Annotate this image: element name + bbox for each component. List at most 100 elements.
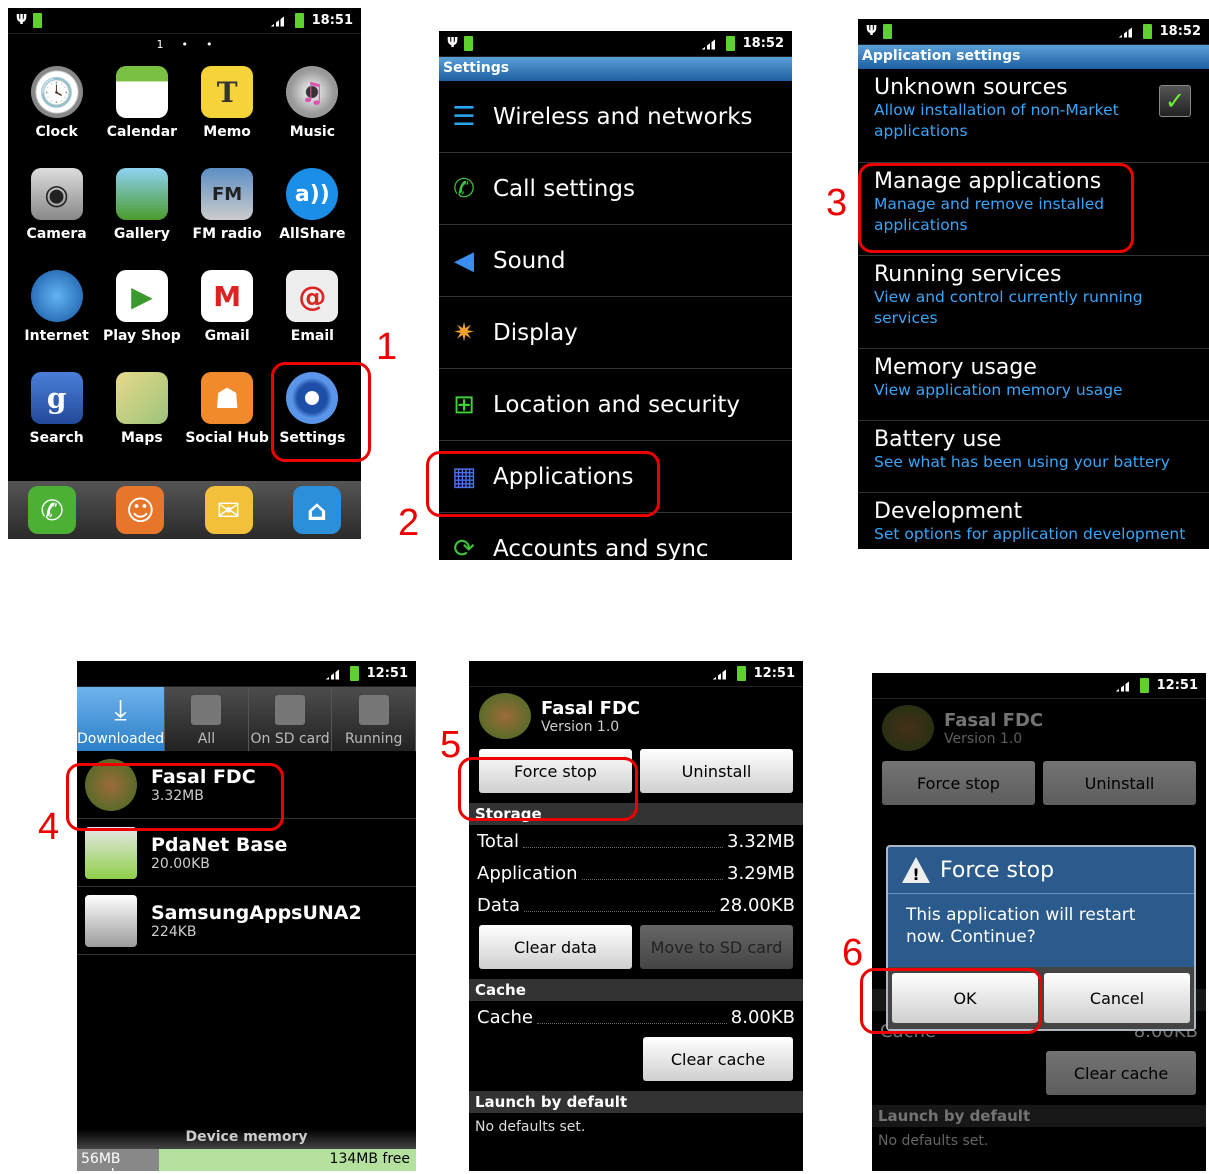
clock-time: 18:52 <box>742 36 784 51</box>
usb-icon: Ψ <box>16 13 28 28</box>
cache-size: Cache 8.00KB <box>477 1006 795 1028</box>
play-store-icon: ▶ <box>115 270 168 322</box>
tab-downloaded[interactable]: ⤓ Downloaded <box>77 687 166 751</box>
sd-card-icon <box>275 695 306 725</box>
setting-battery-use[interactable]: Battery use See what has been using your … <box>858 421 1209 493</box>
settings-item-accounts[interactable]: ⟳ Accounts and sync <box>439 513 792 561</box>
battery-icon <box>1142 24 1152 39</box>
memory-free: 134MB free <box>159 1149 416 1171</box>
usb-icon: Ψ <box>866 24 878 39</box>
no-defaults-text: No defaults set. <box>878 1133 989 1149</box>
highlight-settings <box>271 362 371 462</box>
battery-icon <box>883 24 893 39</box>
settings-item-call[interactable]: ✆ Call settings <box>439 153 792 225</box>
music-icon: ♫ <box>286 66 339 118</box>
clock-time: 18:51 <box>311 13 353 28</box>
page-title: Settings <box>439 57 792 81</box>
setting-running-services[interactable]: Running services View and control current… <box>858 256 1209 349</box>
application-settings-screen: Ψ 18:52 Application settings Unknown sou… <box>858 19 1209 549</box>
clock-time: 18:52 <box>1159 24 1201 39</box>
list-item-samsungapps[interactable]: SamsungAppsUNA2 224KB <box>77 887 416 955</box>
highlight-force-stop <box>458 757 638 821</box>
app-header: Fasal FDC Version 1.0 <box>872 699 1206 757</box>
contacts-icon[interactable]: ☺ <box>116 486 165 534</box>
app-calendar[interactable]: Calendar <box>99 60 184 156</box>
checkbox-checked[interactable]: ✓ <box>1159 85 1191 117</box>
page-indicator: 1 • • <box>156 37 213 51</box>
move-to-sd-button[interactable]: Move to SD card <box>640 925 793 969</box>
app-memo[interactable]: T Memo <box>185 60 270 156</box>
location-icon: ⊞ <box>453 389 475 420</box>
clear-cache-button[interactable]: Clear cache <box>643 1037 793 1081</box>
app-email[interactable]: @ Email <box>270 264 355 360</box>
app-internet[interactable]: Internet <box>14 264 99 360</box>
dock: ✆ ☺ ✉ ⌂ <box>8 481 361 539</box>
step-number-5: 5 <box>440 724 462 766</box>
launch-default-header: Launch by default <box>872 1105 1206 1127</box>
memory-used: 56MB used <box>77 1149 159 1171</box>
app-maps[interactable]: Maps <box>99 366 184 462</box>
tab-bar: ⤓ Downloaded All On SD card Running <box>77 687 416 751</box>
step-number-4: 4 <box>38 806 60 848</box>
sync-icon: ⟳ <box>453 533 475 561</box>
setting-memory-usage[interactable]: Memory usage View application memory usag… <box>858 349 1209 421</box>
allshare-icon: a)) <box>286 168 339 220</box>
status-bar: Ψ 18:52 <box>439 31 792 57</box>
google-search-icon: g <box>30 372 83 424</box>
settings-item-display[interactable]: ✷ Display <box>439 297 792 369</box>
app-play-shop[interactable]: ▶ Play Shop <box>99 264 184 360</box>
app-allshare[interactable]: a)) AllShare <box>270 162 355 258</box>
uninstall-button[interactable]: Uninstall <box>640 749 793 793</box>
clear-cache-button: Clear cache <box>1046 1051 1196 1095</box>
clock-time: 12:51 <box>1156 678 1198 693</box>
home-icon[interactable]: ⌂ <box>292 486 341 534</box>
app-header: Fasal FDC Version 1.0 <box>469 687 803 745</box>
app-info-screen: 12:51 Fasal FDC Version 1.0 Force stop Uni… <box>469 661 803 1171</box>
battery-icon <box>33 13 43 28</box>
app-social-hub[interactable]: ☗ Social Hub <box>185 366 270 462</box>
social-hub-icon: ☗ <box>201 372 254 424</box>
battery-icon <box>349 666 359 681</box>
messages-icon[interactable]: ✉ <box>204 486 253 534</box>
tab-running[interactable]: Running <box>332 687 416 751</box>
step-number-2: 2 <box>398 502 420 544</box>
cancel-button[interactable]: Cancel <box>1044 973 1190 1023</box>
force-stop-button: Force stop <box>882 761 1035 805</box>
status-bar: Ψ 18:52 <box>858 19 1209 45</box>
tab-all[interactable]: All <box>165 687 249 751</box>
clock-icon: 🕓 <box>30 66 83 118</box>
app-gmail[interactable]: M Gmail <box>185 264 270 360</box>
settings-item-location[interactable]: ⊞ Location and security <box>439 369 792 441</box>
warning-icon: ! <box>902 857 930 883</box>
app-icon <box>882 705 934 751</box>
download-icon: ⤓ <box>114 693 127 726</box>
setting-development[interactable]: Development Set options for application d… <box>858 493 1209 549</box>
battery-icon <box>294 13 304 28</box>
fm-radio-icon: FM <box>201 168 254 220</box>
settings-item-wireless[interactable]: ☰ Wireless and networks <box>439 81 792 153</box>
app-fm-radio[interactable]: FM FM radio <box>185 162 270 258</box>
setting-unknown-sources[interactable]: Unknown sources Allow installation of non… <box>858 69 1209 163</box>
camera-icon: ◉ <box>30 168 83 220</box>
signal-icon <box>1118 25 1135 38</box>
gallery-icon <box>115 168 168 220</box>
usb-icon: Ψ <box>447 36 459 51</box>
tab-sd-card[interactable]: On SD card <box>249 687 333 751</box>
app-gallery[interactable]: Gallery <box>99 162 184 258</box>
battery-icon <box>725 36 735 51</box>
signal-icon <box>325 667 342 680</box>
wifi-icon: ☰ <box>452 101 476 132</box>
globe-icon <box>30 270 83 322</box>
app-search[interactable]: g Search <box>14 366 99 462</box>
app-camera[interactable]: ◉ Camera <box>14 162 99 258</box>
app-clock[interactable]: 🕓 Clock <box>14 60 99 156</box>
force-stop-dialog-screen: 12:51 Fasal FDC Version 1.0 Force stop Uni… <box>872 673 1206 1171</box>
uninstall-button: Uninstall <box>1043 761 1196 805</box>
speaker-icon: ◀ <box>454 245 474 276</box>
app-music[interactable]: ♫ Music <box>270 60 355 156</box>
settings-item-sound[interactable]: ◀ Sound <box>439 225 792 297</box>
clear-data-button[interactable]: Clear data <box>479 925 632 969</box>
highlight-ok-button <box>860 968 1042 1034</box>
cache-header: Cache <box>469 979 803 1001</box>
phone-icon[interactable]: ✆ <box>28 486 77 534</box>
